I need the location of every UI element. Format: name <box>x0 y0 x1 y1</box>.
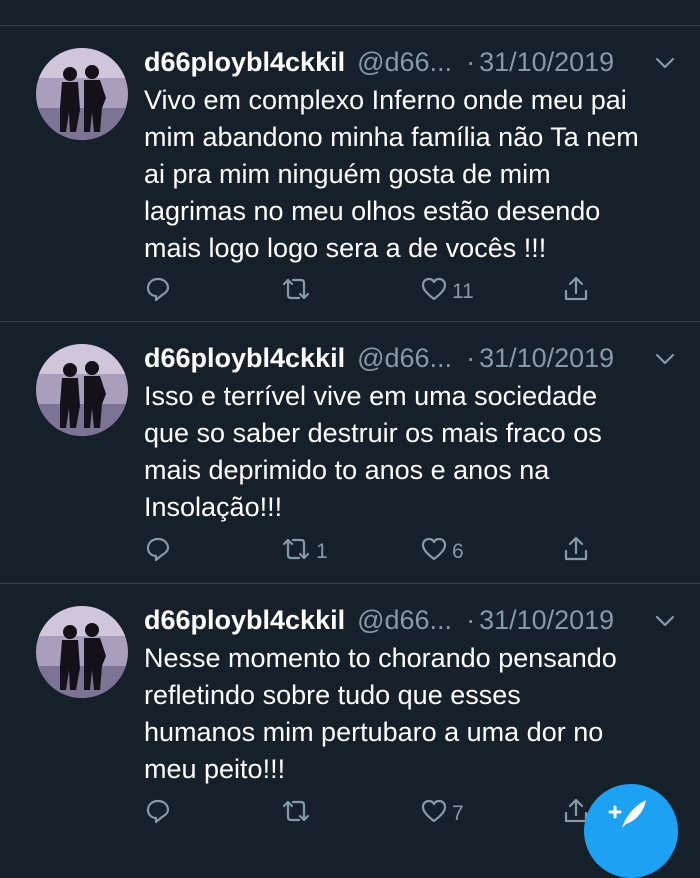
display-name[interactable]: d66ploybl4ckkil <box>144 605 345 636</box>
avatar[interactable] <box>36 344 128 436</box>
like-count: 11 <box>452 280 474 303</box>
retweet-icon <box>280 535 312 569</box>
chevron-down-icon[interactable] <box>654 50 676 81</box>
separator-dot: · <box>466 604 476 635</box>
share-button[interactable] <box>562 534 590 570</box>
share-icon <box>562 275 590 309</box>
like-button[interactable]: 6 <box>420 534 464 570</box>
like-button[interactable]: 7 <box>420 796 464 832</box>
tweet-actions: 1 6 <box>144 534 604 570</box>
tweet-text-line: humanos mim pertubaro a uma dor no <box>144 717 604 747</box>
tweet-text-line: mais deprimido to anos e anos na <box>144 455 550 485</box>
separator-dot: · <box>466 46 476 77</box>
like-count: 7 <box>452 802 464 825</box>
tweet-text-line: mais logo logo sera a de vocês !!! <box>144 233 547 263</box>
reply-button[interactable] <box>144 274 176 310</box>
tweet-text-line: Vivo em complexo Inferno onde meu pai <box>144 85 627 115</box>
separator-dot: · <box>466 342 476 373</box>
tweet-header: d66ploybl4ckkil @d66... · 31/10/2019 <box>144 44 676 80</box>
tweet-text-line: mim abandono minha família não Ta nem <box>144 122 639 152</box>
heart-icon <box>420 535 448 569</box>
tweet-actions: 11 <box>144 274 604 310</box>
avatar[interactable] <box>36 606 128 698</box>
tweet-text-line: Nesse momento to chorando pensando <box>144 643 617 673</box>
tweet-date[interactable]: 31/10/2019 <box>479 343 614 374</box>
tweet-date[interactable]: 31/10/2019 <box>479 605 614 636</box>
reply-icon <box>144 275 172 309</box>
tweet-actions: 7 <box>144 796 604 832</box>
display-name[interactable]: d66ploybl4ckkil <box>144 47 345 78</box>
reply-icon <box>144 797 172 831</box>
tweet-text-line: meu peito!!! <box>144 754 286 784</box>
user-handle[interactable]: @d66... <box>357 47 452 78</box>
like-count: 6 <box>452 540 464 563</box>
retweet-icon <box>280 275 312 309</box>
like-button[interactable]: 11 <box>420 274 474 310</box>
reply-button[interactable] <box>144 534 176 570</box>
heart-icon <box>420 797 448 831</box>
compose-tweet-button[interactable] <box>584 784 678 878</box>
retweet-button[interactable]: 1 <box>280 534 328 570</box>
tweet-text-line: que so saber destruir os mais fraco os <box>144 418 602 448</box>
tweet[interactable]: d66ploybl4ckkil @d66... · 31/10/2019 Iss… <box>0 322 700 584</box>
share-icon <box>562 535 590 569</box>
display-name[interactable]: d66ploybl4ckkil <box>144 343 345 374</box>
tweet-text: Nesse momento to chorando pensando refle… <box>144 640 684 788</box>
top-divider <box>0 0 700 26</box>
retweet-button[interactable] <box>280 274 316 310</box>
tweet[interactable]: d66ploybl4ckkil @d66... · 31/10/2019 Viv… <box>0 26 700 322</box>
chevron-down-icon[interactable] <box>654 608 676 639</box>
tweet-text-line: Isso e terrível vive em uma sociedade <box>144 381 598 411</box>
tweet-text-line: refletindo sobre tudo que esses <box>144 680 521 710</box>
tweet-text: Isso e terrível vive em uma sociedade qu… <box>144 378 684 526</box>
retweet-count: 1 <box>316 540 328 563</box>
reply-button[interactable] <box>144 796 176 832</box>
reply-icon <box>144 535 172 569</box>
tweet-header: d66ploybl4ckkil @d66... · 31/10/2019 <box>144 602 676 638</box>
tweet-text-line: Insolação!!! <box>144 492 283 522</box>
heart-icon <box>420 275 448 309</box>
compose-tweet-icon <box>606 794 650 839</box>
tweet-header: d66ploybl4ckkil @d66... · 31/10/2019 <box>144 340 676 376</box>
chevron-down-icon[interactable] <box>654 346 676 377</box>
tweet-text-line: lagrimas no meu olhos estão desendo <box>144 196 601 226</box>
share-button[interactable] <box>562 274 590 310</box>
tweet-date[interactable]: 31/10/2019 <box>479 47 614 78</box>
retweet-icon <box>280 797 312 831</box>
avatar[interactable] <box>36 48 128 140</box>
user-handle[interactable]: @d66... <box>357 605 452 636</box>
tweet-text-line: ai pra mim ninguém gosta de mim <box>144 159 551 189</box>
user-handle[interactable]: @d66... <box>357 343 452 374</box>
retweet-button[interactable] <box>280 796 316 832</box>
tweet-text: Vivo em complexo Inferno onde meu pai mi… <box>144 82 684 267</box>
